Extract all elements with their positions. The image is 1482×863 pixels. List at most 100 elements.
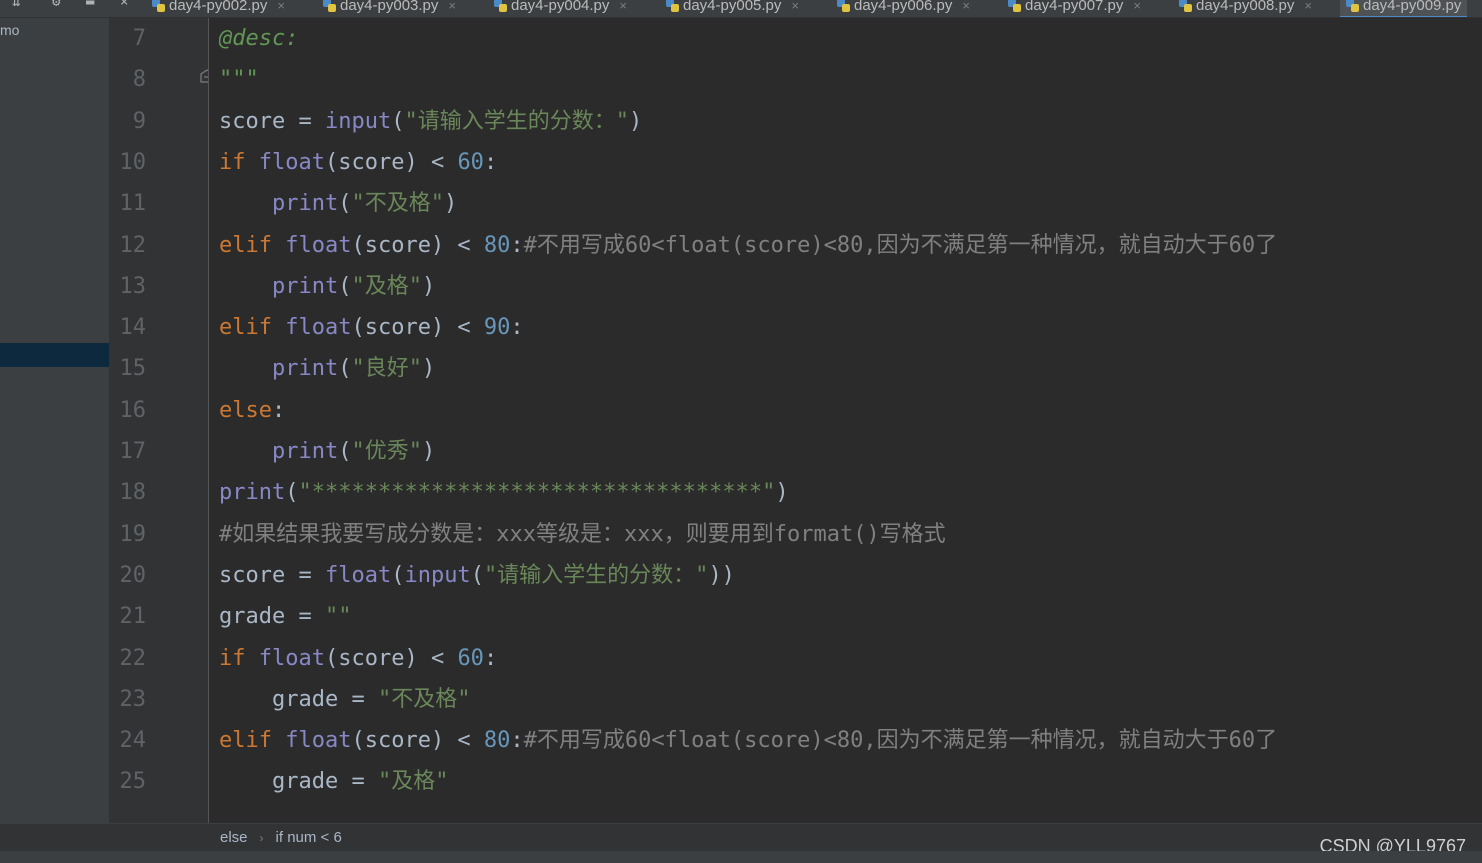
close-icon[interactable]: ×	[120, 0, 128, 10]
close-tab-icon[interactable]: ×	[1133, 0, 1141, 13]
code-line[interactable]: if float(score) < 60:	[219, 142, 497, 183]
tab-day4-py005[interactable]: day4-py005.py ×	[666, 0, 799, 16]
code-line[interactable]: if float(score) < 60:	[219, 638, 497, 679]
code-token: float	[285, 315, 352, 341]
code-token: (score) <	[324, 149, 458, 175]
code-line[interactable]: print("不及格")	[219, 183, 457, 224]
code-token: 60	[457, 149, 484, 175]
tab-day4-py003[interactable]: day4-py003.py ×	[323, 0, 456, 16]
tab-day4-py004[interactable]: day4-py004.py ×	[494, 0, 627, 16]
close-tab-icon[interactable]: ×	[619, 0, 627, 13]
close-tab-icon[interactable]: ×	[962, 0, 970, 13]
code-token: elif	[219, 728, 286, 754]
project-tree-fragment[interactable]: mo	[0, 22, 19, 38]
code-line[interactable]: elif float(score) < 80:#不用写成60<float(sco…	[219, 225, 1277, 266]
code-token: #不用写成60<float(score)<80,因为不满足第一种情况，就自动大于…	[523, 728, 1278, 754]
code-token: (	[285, 480, 299, 506]
code-line[interactable]: print("及格")	[219, 266, 435, 307]
line-number: 20	[119, 562, 147, 588]
code-token: grade =	[219, 769, 378, 795]
code-token: 90	[483, 315, 511, 341]
code-token: #不用写成60<float(score)<80,因为不满足第一种情况，就自动大于…	[523, 232, 1278, 258]
code-token: score =	[219, 108, 325, 134]
line-number: 14	[119, 315, 147, 341]
line-number: 24	[119, 728, 147, 754]
code-token: (	[338, 191, 352, 217]
code-line[interactable]: grade = ""	[219, 596, 351, 637]
code-line[interactable]: grade = "及格"	[219, 761, 448, 802]
code-token: score =	[219, 562, 325, 588]
close-tab-icon[interactable]: ×	[1304, 0, 1312, 13]
tab-day4-py008[interactable]: day4-py008.py ×	[1179, 0, 1312, 16]
tab-day4-py002[interactable]: day4-py002.py ×	[152, 0, 285, 16]
code-token: )	[628, 108, 643, 134]
tab-day4-py007[interactable]: day4-py007.py ×	[1008, 0, 1141, 16]
chevron-right-icon: ›	[259, 830, 264, 845]
line-number: 7	[132, 26, 146, 51]
selected-tree-row[interactable]	[0, 343, 109, 367]
collapse-icon[interactable]: ⇊	[12, 0, 20, 10]
code-token: :	[510, 728, 524, 754]
breadcrumb-item[interactable]: else	[220, 829, 248, 846]
fold-marker-icon[interactable]	[200, 69, 209, 83]
python-file-icon	[494, 0, 507, 12]
code-token: ))	[708, 562, 735, 588]
code-token: )	[421, 356, 436, 382]
close-tab-icon[interactable]: ×	[277, 0, 285, 13]
line-number: 25	[119, 769, 147, 795]
line-number-gutter: 7 8 9 10 11 12 13 14 15 16 17 18 19 20 2…	[110, 18, 209, 823]
code-line[interactable]: @desc:	[219, 18, 298, 59]
code-line[interactable]: #如果结果我要写成分数是：xxx等级是：xxx，则要用到format()写格式	[219, 514, 946, 555]
code-line[interactable]: print("优秀")	[219, 431, 435, 472]
python-file-icon	[837, 0, 850, 12]
code-editor[interactable]: @desc: """ score = input("请输入学生的分数：") if fl…	[219, 18, 1482, 823]
code-line[interactable]: grade = "不及格"	[219, 679, 470, 720]
tab-label: day4-py006.py	[854, 0, 953, 14]
code-token: @desc:	[219, 26, 299, 51]
code-token: #如果结果我要写成分数是：xxx等级是：xxx，则要用到format()写格式	[219, 521, 946, 547]
code-line[interactable]: """	[219, 59, 259, 100]
code-token: float	[285, 232, 352, 258]
code-token: "及格"	[377, 769, 449, 795]
tab-label: day4-py005.py	[683, 0, 782, 14]
python-file-icon	[1008, 0, 1021, 12]
code-token: float	[324, 562, 392, 588]
code-token: (score) <	[351, 232, 484, 258]
code-line[interactable]: score = float(input("请输入学生的分数："))	[219, 555, 735, 596]
tab-day4-py006[interactable]: day4-py006.py ×	[837, 0, 970, 16]
line-number: 21	[119, 604, 147, 630]
code-token: "不及格"	[351, 191, 444, 217]
code-token: :	[483, 645, 498, 671]
code-token: (	[338, 439, 352, 464]
code-token: if	[219, 645, 259, 671]
code-token: "请输入学生的分数："	[404, 108, 629, 134]
python-file-icon	[666, 0, 679, 12]
code-line[interactable]: score = input("请输入学生的分数：")	[219, 101, 642, 142]
gear-icon[interactable]: ⚙	[52, 0, 60, 10]
code-line[interactable]: elif float(score) < 90:	[219, 307, 524, 348]
code-token: (	[338, 273, 352, 299]
code-token: elif	[219, 232, 286, 258]
minimize-icon[interactable]: ▬	[86, 0, 94, 10]
code-line[interactable]: elif float(score) < 80:#不用写成60<float(sco…	[219, 720, 1277, 761]
code-token: :	[271, 397, 286, 423]
breadcrumb-item[interactable]: if num < 6	[276, 829, 342, 846]
close-tab-icon[interactable]: ×	[791, 0, 799, 13]
python-file-icon	[1179, 0, 1192, 12]
code-token: (	[391, 108, 405, 134]
code-line[interactable]: else:	[219, 390, 285, 431]
code-token: "不及格"	[377, 686, 471, 712]
code-token: :	[510, 232, 524, 258]
close-tab-icon[interactable]: ×	[448, 0, 456, 13]
code-token: (score) <	[351, 728, 484, 754]
code-line[interactable]: print("良好")	[219, 348, 435, 389]
code-token: else	[219, 397, 272, 423]
tab-day4-py009[interactable]: day4-py009.py	[1340, 0, 1468, 17]
code-line[interactable]: print("*********************************…	[219, 472, 789, 513]
code-token: input	[404, 562, 471, 588]
line-number: 9	[132, 108, 146, 134]
code-token: print	[271, 439, 339, 464]
line-number: 19	[119, 521, 147, 547]
